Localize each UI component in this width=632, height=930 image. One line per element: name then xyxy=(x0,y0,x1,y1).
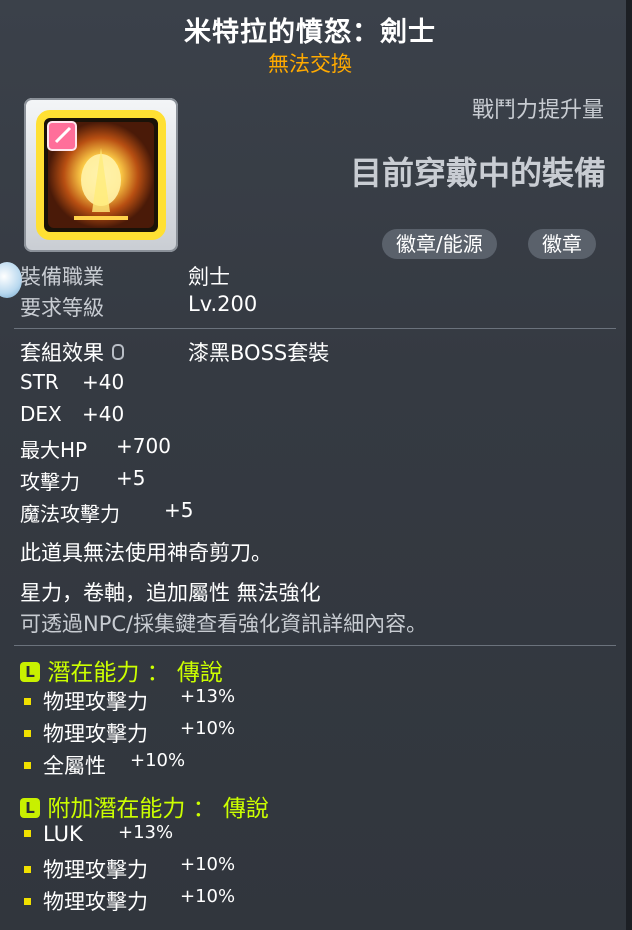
stat-row: 魔法攻擊力 +5 xyxy=(20,498,193,527)
potential-value: +13% xyxy=(180,686,236,707)
potential-value: +10% xyxy=(130,750,186,771)
bullet-icon xyxy=(24,761,31,769)
bonus-potential-title-text: 附加潛在能力 ： 傳說 xyxy=(47,796,269,822)
potential-stat: 全屬性 xyxy=(43,754,106,778)
stat-value: +5 xyxy=(116,466,146,490)
mitra-rage-emblem-icon xyxy=(36,110,166,240)
stat-name: 魔法攻擊力 xyxy=(20,502,120,526)
divider xyxy=(14,645,616,646)
set-label: 套組效果 xyxy=(20,341,104,365)
bonus-potential-stat: LUK xyxy=(43,822,83,846)
set-value: 漆黑BOSS套裝 xyxy=(188,341,330,365)
bonus-potential-stat: 物理攻擊力 xyxy=(43,890,148,914)
potential-value: +10% xyxy=(180,718,236,739)
stat-name: STR xyxy=(20,370,59,394)
bonus-potential-title: L 附加潛在能力 ： 傳說 xyxy=(20,789,269,823)
bonus-potential-stat: 物理攻擊力 xyxy=(43,858,148,882)
stat-value: +700 xyxy=(116,434,171,458)
bonus-potential-value: +10% xyxy=(180,886,236,907)
enhance-hint: 可透過NPC/採集鍵查看強化資訊詳細內容。 xyxy=(20,612,428,636)
legendary-badge-icon: L xyxy=(20,661,40,682)
stat-row: STR +40 xyxy=(20,370,124,394)
potential-line: 物理攻擊力 +10% xyxy=(20,718,235,748)
tooltip-edge xyxy=(626,0,632,930)
potential-title: L 潛在能力 ： 傳說 xyxy=(20,653,223,687)
stat-row: 攻擊力 +5 xyxy=(20,466,145,495)
tag-emblem: 徽章 xyxy=(528,229,596,259)
tag-emblem-energy: 徽章/能源 xyxy=(382,229,497,259)
stat-value: +40 xyxy=(82,402,125,426)
item-name: 米特拉的憤怒：劍士 xyxy=(184,17,436,48)
bonus-potential-line: LUK +13% xyxy=(20,822,173,846)
divider xyxy=(14,328,616,329)
item-tooltip: 米特拉的憤怒：劍士 無法交換 戰鬥力提升量 目前穿戴中的裝備 徽章/能源 徽章 xyxy=(0,0,632,930)
bullet-icon xyxy=(24,697,31,705)
equipped-label: 目前穿戴中的裝備 xyxy=(349,154,606,192)
lock-icon xyxy=(112,344,124,360)
legendary-badge-icon: L xyxy=(20,797,40,818)
bullet-icon xyxy=(24,897,31,905)
stat-row: 最大HP +700 xyxy=(20,434,171,463)
potential-line: 物理攻擊力 +13% xyxy=(20,686,235,716)
bonus-potential-value: +13% xyxy=(118,822,174,843)
job-value: 劍士 xyxy=(188,265,230,289)
enhance-note: 星力，卷軸，追加屬性 無法強化 xyxy=(20,581,321,605)
stat-value: +5 xyxy=(164,498,194,522)
stat-row: DEX +40 xyxy=(20,402,124,426)
potential-stat: 物理攻擊力 xyxy=(43,722,148,746)
bonus-potential-value: +10% xyxy=(180,854,236,875)
bonus-potential-line: 物理攻擊力 +10% xyxy=(20,886,235,916)
bonus-potential-line: 物理攻擊力 +10% xyxy=(20,854,235,884)
trade-status: 無法交換 xyxy=(268,52,352,76)
potential-stat: 物理攻擊力 xyxy=(43,690,148,714)
bullet-icon xyxy=(24,865,31,873)
potential-title-text: 潛在能力 ： 傳說 xyxy=(47,660,223,686)
level-label: 要求等級 xyxy=(20,296,104,320)
job-label: 裝備職業 xyxy=(20,265,104,289)
scissors-note: 此道具無法使用神奇剪刀。 xyxy=(20,541,272,565)
stat-name: DEX xyxy=(20,402,62,426)
stat-name: 最大HP xyxy=(20,438,88,462)
cursor-bubble-icon xyxy=(0,262,22,298)
bullet-icon xyxy=(24,729,31,737)
combat-power-label: 戰鬥力提升量 xyxy=(471,98,604,123)
bullet-icon xyxy=(24,829,31,837)
potential-line: 全屬性 +10% xyxy=(20,750,185,780)
level-value: Lv.200 xyxy=(188,292,258,316)
item-icon-frame xyxy=(24,98,178,252)
stat-value: +40 xyxy=(82,370,125,394)
stat-name: 攻擊力 xyxy=(20,470,80,494)
set-effect-label: 套組效果 xyxy=(20,337,124,367)
